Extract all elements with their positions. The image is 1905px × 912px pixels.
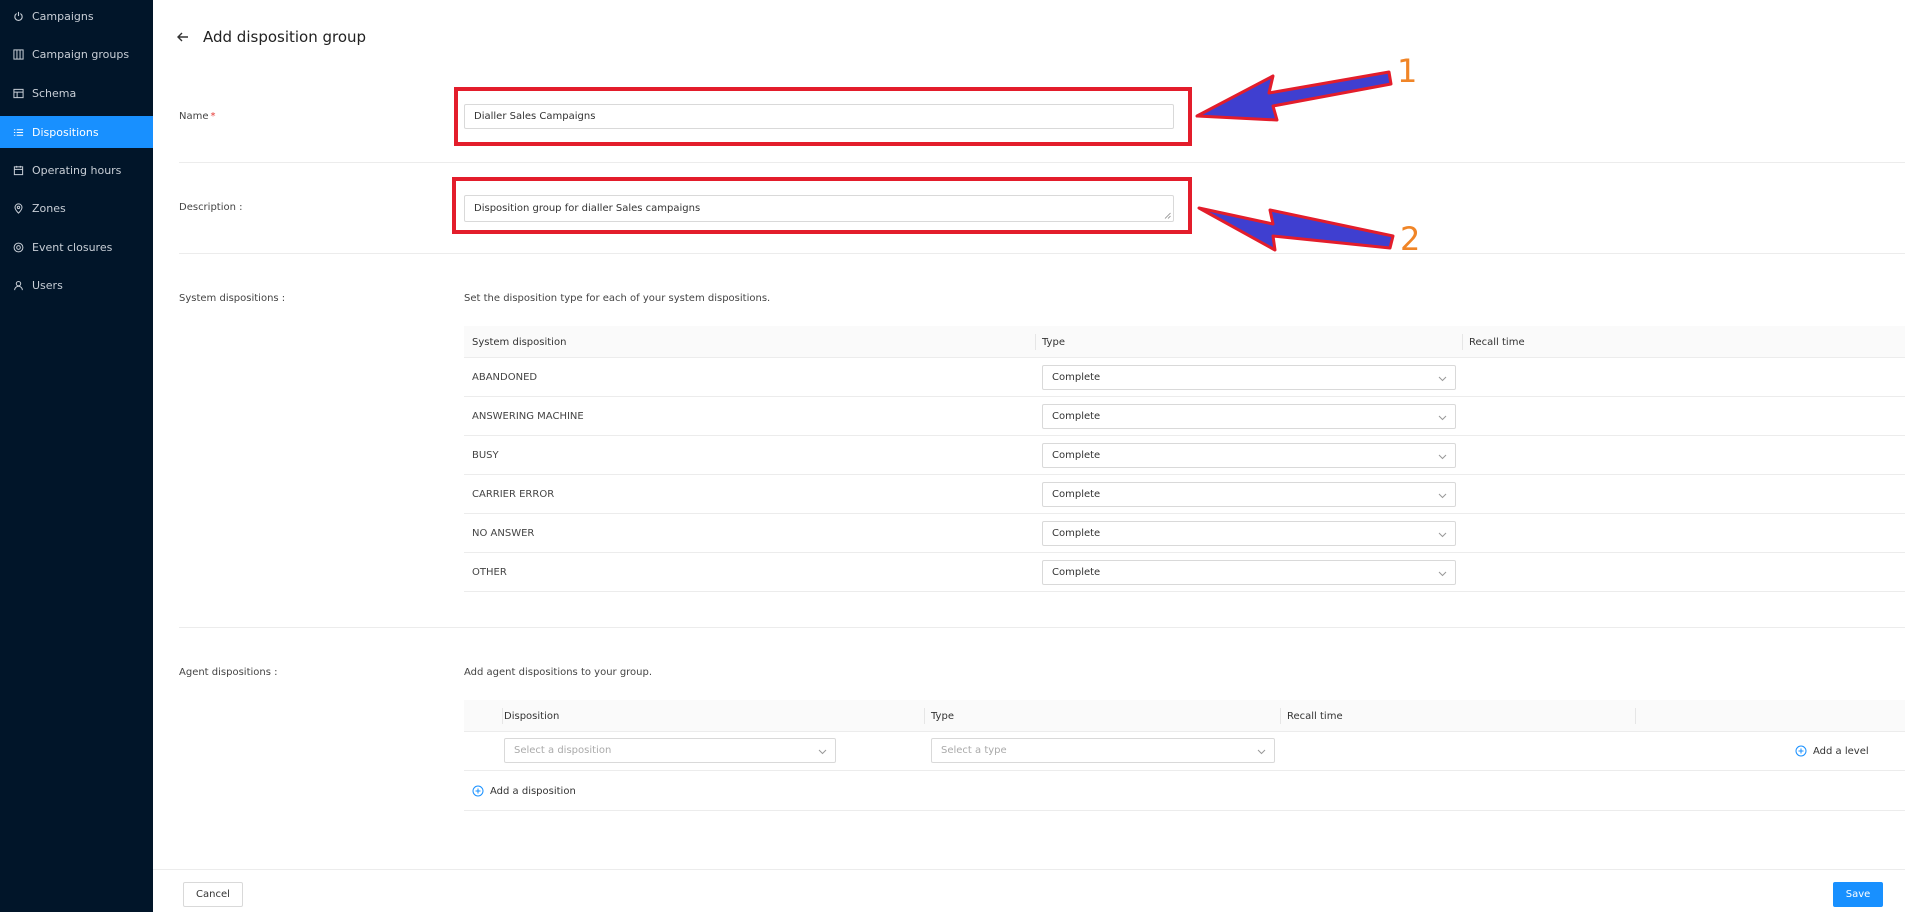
chevron-down-icon	[1438, 493, 1447, 499]
sidebar-item-label: Dispositions	[32, 125, 99, 139]
system-dispositions-label: System dispositions :	[179, 293, 286, 304]
annotation-arrow-1	[1195, 70, 1393, 122]
add-level-button[interactable]: Add a level	[1795, 745, 1869, 757]
save-button[interactable]: Save	[1833, 882, 1883, 907]
annotation-box-2	[452, 177, 1192, 234]
add-disposition-row: Add a disposition	[464, 772, 1905, 811]
sidebar-item-dispositions[interactable]: Dispositions	[0, 116, 153, 148]
type-select[interactable]: Complete	[1042, 365, 1456, 390]
chevron-down-icon	[1257, 749, 1266, 755]
column-separator	[502, 708, 503, 724]
chevron-down-icon	[1438, 415, 1447, 421]
column-separator	[1035, 334, 1036, 350]
page-title: Add disposition group	[203, 28, 367, 46]
page-header: Add disposition group	[175, 28, 366, 46]
type-select[interactable]: Complete	[1042, 443, 1456, 468]
name-label: Name *	[179, 111, 216, 122]
column-separator	[1462, 334, 1463, 350]
table-row: NO ANSWER Complete	[464, 514, 1905, 553]
type-select[interactable]: Complete	[1042, 560, 1456, 585]
table-row: OTHER Complete	[464, 553, 1905, 592]
table-row: CARRIER ERROR Complete	[464, 475, 1905, 514]
disposition-select[interactable]: Select a disposition	[504, 738, 836, 763]
sidebar-item-users[interactable]: Users	[0, 269, 153, 301]
chevron-down-icon	[1438, 376, 1447, 382]
chevron-down-icon	[1438, 571, 1447, 577]
system-disposition-name: NO ANSWER	[472, 528, 535, 539]
power-icon	[12, 10, 24, 22]
divider	[179, 253, 1905, 254]
column-header: Type	[931, 710, 954, 722]
calendar-icon	[12, 164, 24, 176]
agent-type-select[interactable]: Select a type	[931, 738, 1275, 763]
annotation-number-2: 2	[1400, 220, 1421, 258]
sidebar-item-label: Campaign groups	[32, 47, 130, 61]
plus-circle-icon	[472, 785, 484, 797]
divider	[179, 162, 1905, 163]
required-marker: *	[210, 111, 216, 122]
grid-icon	[12, 48, 24, 60]
add-disposition-button[interactable]: Add a disposition	[472, 785, 576, 797]
target-icon	[12, 241, 24, 253]
system-dispositions-table-header: System disposition Type Recall time	[464, 326, 1905, 358]
type-select[interactable]: Complete	[1042, 521, 1456, 546]
plus-circle-icon	[1795, 745, 1807, 757]
type-select[interactable]: Complete	[1042, 482, 1456, 507]
annotation-arrow-2	[1197, 206, 1395, 252]
back-arrow-icon[interactable]	[175, 29, 191, 45]
sidebar-item-campaigns[interactable]: Campaigns	[0, 0, 153, 32]
annotation-number-1: 1	[1397, 52, 1418, 90]
agent-dispositions-hint: Add agent dispositions to your group.	[464, 667, 653, 678]
chevron-down-icon	[818, 749, 827, 755]
footer-divider	[153, 869, 1905, 870]
column-header: Type	[1042, 336, 1065, 348]
sidebar-item-schema[interactable]: Schema	[0, 77, 153, 109]
system-disposition-name: OTHER	[472, 567, 507, 578]
sidebar-item-label: Operating hours	[32, 163, 122, 177]
sidebar-item-event-closures[interactable]: Event closures	[0, 231, 153, 263]
cancel-button[interactable]: Cancel	[183, 882, 243, 907]
column-separator	[1635, 708, 1636, 724]
agent-dispositions-label: Agent dispositions :	[179, 667, 278, 678]
list-icon	[12, 126, 24, 138]
column-header: Recall time	[1469, 336, 1525, 348]
sidebar-item-label: Users	[32, 278, 63, 292]
table-row: BUSY Complete	[464, 436, 1905, 475]
type-select[interactable]: Complete	[1042, 404, 1456, 429]
annotation-arrows	[1195, 70, 1395, 252]
table-icon	[12, 87, 24, 99]
sidebar-item-campaign-groups[interactable]: Campaign groups	[0, 38, 153, 70]
system-disposition-name: CARRIER ERROR	[472, 489, 555, 500]
column-separator	[924, 708, 925, 724]
system-disposition-name: ABANDONED	[472, 372, 538, 383]
column-separator	[1280, 708, 1281, 724]
annotation-box-1	[454, 87, 1192, 146]
sidebar-item-label: Schema	[32, 86, 77, 100]
sidebar-item-label: Event closures	[32, 240, 113, 254]
system-disposition-name: ANSWERING MACHINE	[472, 411, 584, 422]
column-header: Disposition	[504, 710, 560, 722]
chevron-down-icon	[1438, 454, 1447, 460]
system-dispositions-hint: Set the disposition type for each of you…	[464, 293, 771, 304]
column-header: Recall time	[1287, 710, 1343, 722]
agent-dispositions-table-header: Disposition Type Recall time	[464, 700, 1905, 732]
main-content: Add disposition group Name * Dialler Sale…	[153, 0, 1905, 912]
sidebar-item-label: Zones	[32, 201, 66, 215]
description-label: Description :	[179, 202, 243, 213]
sidebar-item-zones[interactable]: Zones	[0, 192, 153, 224]
sidebar-item-label: Campaigns	[32, 9, 94, 23]
sidebar-item-operating-hours[interactable]: Operating hours	[0, 154, 153, 186]
sidebar: Campaigns Campaign groups Schema Disposi…	[0, 0, 153, 912]
column-header: System disposition	[472, 336, 567, 348]
chevron-down-icon	[1438, 532, 1447, 538]
table-row: ANSWERING MACHINE Complete	[464, 397, 1905, 436]
divider	[179, 627, 1905, 628]
location-icon	[12, 202, 24, 214]
table-row: ABANDONED Complete	[464, 358, 1905, 397]
system-disposition-name: BUSY	[472, 450, 499, 461]
table-row: Select a disposition Select a type Add a…	[464, 732, 1905, 771]
user-icon	[12, 279, 24, 291]
